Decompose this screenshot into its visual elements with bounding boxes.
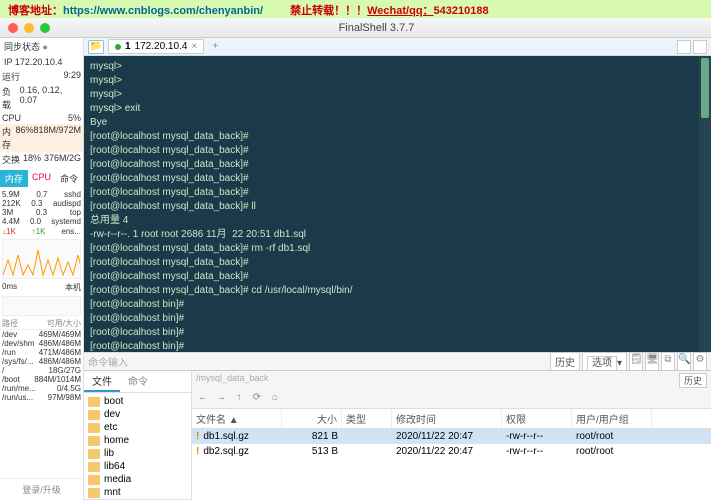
watermark-banner: 博客地址：https://www.cnblogs.com/chenyanbin/… — [0, 0, 711, 18]
scrollbar[interactable] — [699, 56, 711, 352]
home-icon[interactable]: ⌂ — [268, 392, 282, 406]
close-tab-icon[interactable]: × — [191, 41, 197, 52]
sync-status: 同步状态 — [4, 42, 40, 52]
grid-icon[interactable] — [677, 40, 691, 54]
notepad-icon[interactable]: 🗒 — [629, 352, 643, 371]
folder-icon — [88, 397, 100, 407]
status-dot-icon — [115, 44, 121, 50]
folder-item[interactable]: lib64 — [84, 460, 191, 473]
folder-icon — [88, 436, 100, 446]
ip-label: IP 172.20.10.4 — [0, 55, 83, 69]
maximize-icon[interactable] — [40, 23, 50, 33]
folder-icon — [88, 475, 100, 485]
monitor-icon[interactable]: 🖥 — [645, 352, 659, 371]
up-icon[interactable]: ↑ — [232, 392, 246, 406]
options-button[interactable]: 选项▾ — [582, 352, 627, 371]
blog-url[interactable]: https://www.cnblogs.com/chenyanbin/ — [63, 5, 263, 17]
stats-sidebar: 同步状态 ● IP 172.20.10.4 运行9:29 负载0.16, 0.1… — [0, 38, 84, 500]
command-input[interactable]: 命令输入 — [88, 354, 128, 369]
file-list-panel: /mysql_data_back 历史 ← → ↑ ⟳ ⌂ 文件名 ▲大小类型修… — [192, 371, 711, 500]
folder-icon — [88, 488, 100, 498]
settings-icon[interactable]: ⚙ — [693, 352, 707, 371]
network-chart — [2, 239, 81, 279]
session-tab[interactable]: 1 172.20.10.4 × — [108, 39, 204, 54]
tab-files[interactable]: 文件 — [84, 371, 120, 392]
folder-item[interactable]: boot — [84, 395, 191, 408]
stat-tabs[interactable]: 内存 CPU 命令 — [0, 170, 83, 187]
forward-icon[interactable]: → — [214, 392, 228, 406]
file-row[interactable]: !db2.sql.gz513 B2020/11/22 20:47-rw-r--r… — [192, 444, 711, 459]
folder-item[interactable]: etc — [84, 421, 191, 434]
window-titlebar: FinalShell 3.7.7 — [0, 18, 711, 38]
folder-item[interactable]: mnt — [84, 486, 191, 499]
history-button[interactable]: 历史 — [550, 352, 580, 371]
folder-icon — [88, 462, 100, 472]
folder-icon[interactable]: 📁 — [88, 40, 104, 54]
folder-icon — [88, 410, 100, 420]
disk-list: 路径可用/大小 /dev469M/469M /dev/shm486M/486M … — [0, 318, 83, 402]
folder-icon — [88, 423, 100, 433]
app-title: FinalShell 3.7.7 — [50, 22, 703, 34]
back-icon[interactable]: ← — [196, 392, 210, 406]
process-list: 5.9M0.7sshd 212K0.3audispd 3M0.3top 4.4M… — [0, 190, 83, 226]
terminal[interactable]: mysql>mysql>mysql>mysql> exitBye[root@lo… — [84, 56, 711, 352]
ping-chart — [2, 296, 81, 316]
folder-item[interactable]: home — [84, 434, 191, 447]
new-tab-button[interactable]: + — [208, 41, 222, 52]
file-header[interactable]: 文件名 ▲大小类型修改时间权限用户/用户组 — [192, 409, 711, 429]
folder-item[interactable]: dev — [84, 408, 191, 421]
folder-icon — [88, 449, 100, 459]
login-link[interactable]: 登录/升级 — [0, 478, 83, 500]
copy-icon[interactable]: ⧉ — [661, 352, 675, 371]
session-toolbar: 📁 1 172.20.10.4 × + — [84, 38, 711, 56]
path-history-button[interactable]: 历史 — [679, 373, 707, 388]
folder-item[interactable]: lib — [84, 447, 191, 460]
list-icon[interactable] — [693, 40, 707, 54]
file-row[interactable]: !db1.sql.gz821 B2020/11/22 20:47-rw-r--r… — [192, 429, 711, 444]
tab-cmds[interactable]: 命令 — [120, 371, 156, 392]
refresh-icon[interactable]: ⟳ — [250, 392, 264, 406]
minimize-icon[interactable] — [24, 23, 34, 33]
folder-item[interactable]: media — [84, 473, 191, 486]
folder-tree: 文件 命令 bootdevetchomeliblib64mediamntmysq… — [84, 371, 192, 500]
close-icon[interactable] — [8, 23, 18, 33]
path-crumb[interactable]: /mysql_data_back — [196, 373, 269, 388]
command-bar: 命令输入 历史 选项▾ 🗒 🖥 ⧉ 🔍 ⚙ — [84, 352, 711, 370]
search-icon[interactable]: 🔍 — [677, 352, 691, 371]
